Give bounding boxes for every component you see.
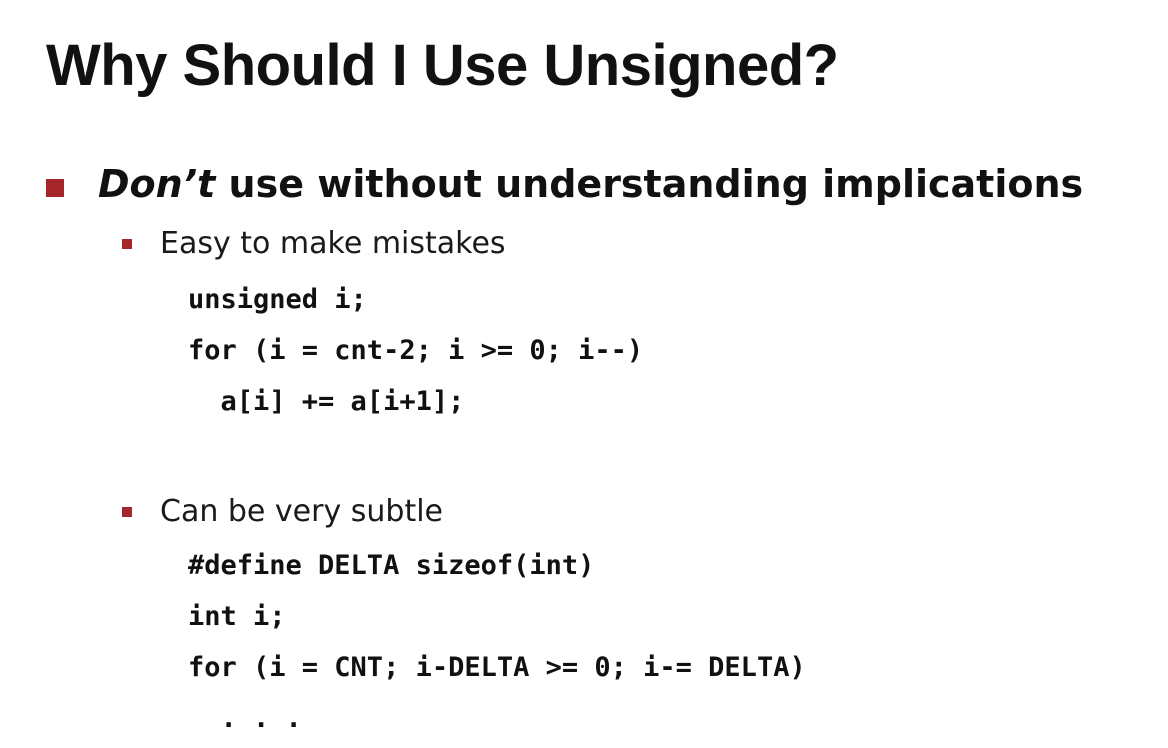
small-square-bullet-icon [122,507,132,517]
sub-bullet-mistakes-label: Easy to make mistakes [160,226,506,261]
main-bullet-text: Don’t use without understanding implicat… [98,162,1083,208]
code-line: for (i = cnt-2; i >= 0; i--) [188,335,644,366]
main-bullet-emphasis: Don’t [98,162,216,206]
sub-bullet-subtle-label: Can be very subtle [160,494,443,529]
code-line: a[i] += a[i+1]; [188,386,465,417]
sub-bullet-subtle: Can be very subtle [122,494,443,530]
sub-bullet-mistakes: Easy to make mistakes [122,226,506,262]
slide-title: Why Should I Use Unsigned? [46,33,839,98]
square-bullet-icon [46,178,64,197]
code-line: for (i = CNT; i-DELTA >= 0; i-= DELTA) [188,652,806,683]
code-line: #define DELTA sizeof(int) [188,550,595,581]
code-line: . . . [188,703,302,734]
small-square-bullet-icon [122,239,132,249]
code-line: int i; [188,601,286,632]
main-bullet-rest: use without understanding implications [215,162,1084,206]
code-line: unsigned i; [188,284,367,315]
main-bullet: Don’t use without understanding implicat… [46,162,1083,208]
